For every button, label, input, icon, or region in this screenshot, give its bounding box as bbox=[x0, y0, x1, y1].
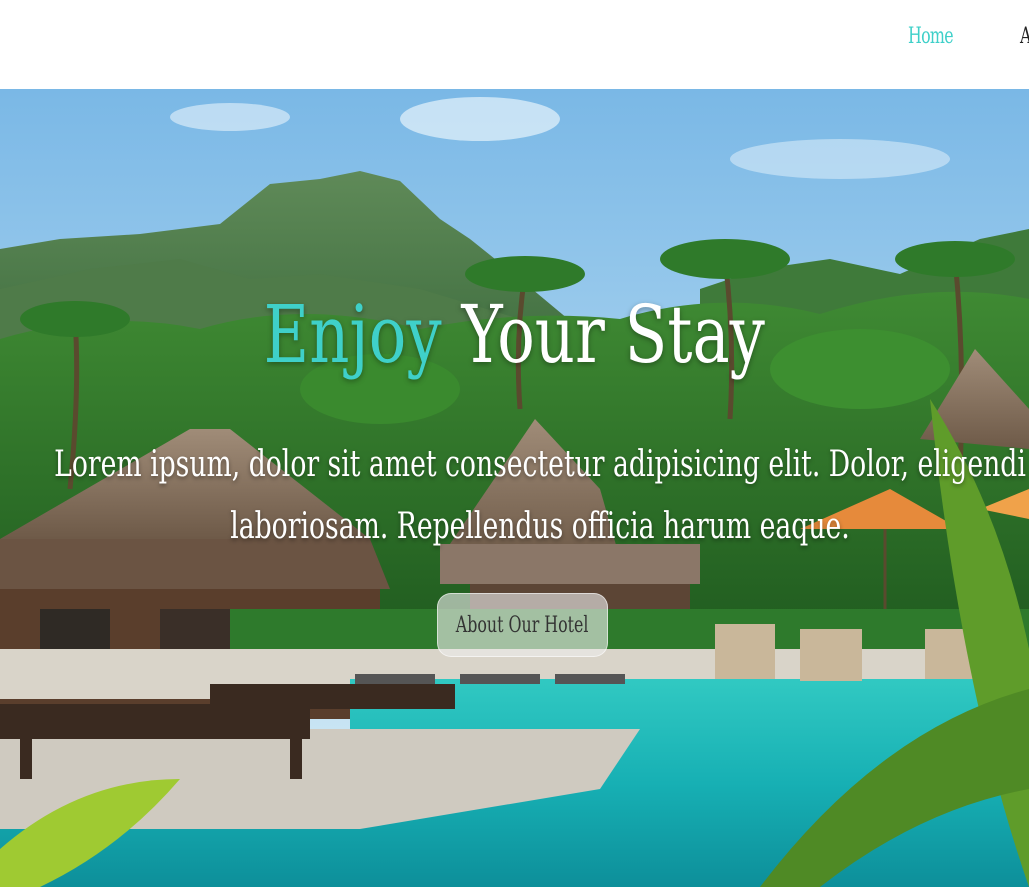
hero-description-text: Lorem ipsum, dolor sit amet consectetur … bbox=[54, 444, 1026, 547]
about-hotel-button[interactable]: About Our Hotel bbox=[437, 593, 608, 657]
hero-section: Enjoy Your Stay Lorem ipsum, dolor sit a… bbox=[0, 89, 1029, 887]
hero-title: Enjoy Your Stay bbox=[0, 295, 1029, 375]
navbar: Home About bbox=[0, 0, 1029, 89]
hero-description: Lorem ipsum, dolor sit amet consectetur … bbox=[0, 434, 1029, 558]
hero-title-accent: Enjoy bbox=[263, 288, 442, 381]
nav-link-home[interactable]: Home bbox=[908, 24, 954, 49]
about-hotel-button-label: About Our Hotel bbox=[456, 612, 589, 638]
nav-link-about[interactable]: About bbox=[1020, 24, 1029, 49]
nav-menu: Home About bbox=[908, 24, 1029, 49]
hero-content: Enjoy Your Stay Lorem ipsum, dolor sit a… bbox=[0, 89, 1029, 887]
hero-title-rest: Your Stay bbox=[461, 288, 766, 381]
